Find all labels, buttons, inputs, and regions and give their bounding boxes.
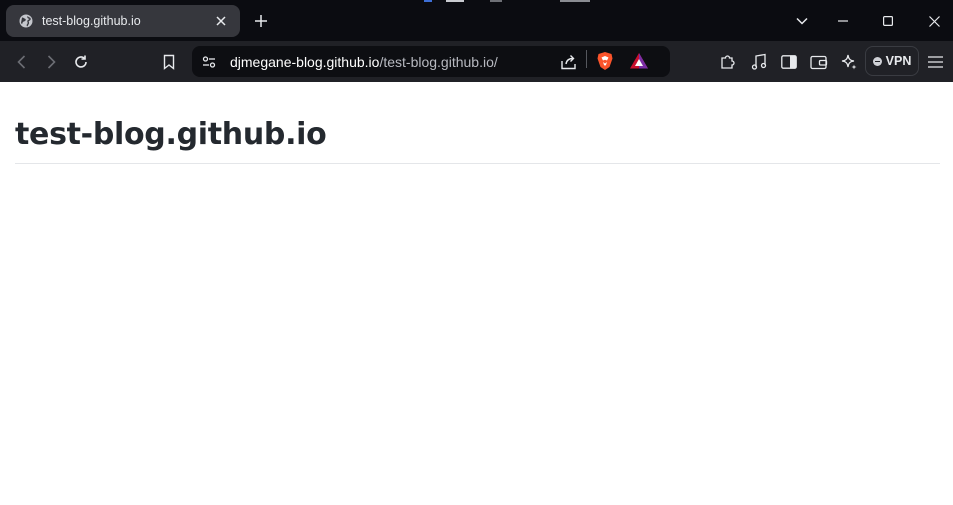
- media-music-note-icon[interactable]: [749, 52, 769, 72]
- page-title: test-blog.github.io: [15, 117, 327, 152]
- maximize-icon[interactable]: [879, 12, 897, 30]
- main-menu-hamburger-icon[interactable]: [925, 52, 945, 72]
- edge-artifact: [446, 0, 464, 2]
- bookmark-icon[interactable]: [159, 52, 179, 72]
- tab-title: test-blog.github.io: [42, 14, 141, 28]
- sidebar-toggle-icon[interactable]: [779, 52, 799, 72]
- brave-shields-icon[interactable]: [595, 51, 615, 71]
- vpn-button[interactable]: VPN: [865, 46, 919, 76]
- edge-artifact: [560, 0, 590, 2]
- extensions-puzzle-icon[interactable]: [718, 52, 738, 72]
- tab-strip: test-blog.github.io: [0, 0, 953, 41]
- share-icon[interactable]: [560, 53, 578, 71]
- edge-artifact: [490, 0, 502, 2]
- site-settings-icon[interactable]: [200, 53, 218, 71]
- title-divider: [15, 163, 940, 164]
- back-arrow-icon[interactable]: [11, 52, 31, 72]
- minimize-icon[interactable]: [834, 12, 852, 30]
- reload-icon[interactable]: [71, 52, 91, 72]
- url-host: djmegane-blog.github.io: [230, 54, 380, 70]
- tab-search-chevron-down-icon[interactable]: [793, 12, 811, 30]
- close-tab-icon[interactable]: [212, 12, 230, 30]
- wallet-icon[interactable]: [809, 52, 829, 72]
- globe-icon: [18, 13, 34, 29]
- leo-ai-sparkle-icon[interactable]: [839, 52, 859, 72]
- close-window-icon[interactable]: [925, 12, 943, 30]
- vpn-status-icon: [872, 56, 882, 66]
- omnibox-separator: [586, 50, 587, 68]
- url-path: /test-blog.github.io/: [379, 54, 498, 70]
- url-text[interactable]: djmegane-blog.github.io/test-blog.github…: [230, 54, 498, 70]
- rewards-triangle-icon[interactable]: [629, 51, 649, 71]
- vpn-label: VPN: [885, 54, 912, 68]
- browser-toolbar: djmegane-blog.github.io/test-blog.github…: [0, 41, 953, 82]
- forward-arrow-icon[interactable]: [41, 52, 61, 72]
- edge-artifact: [424, 0, 432, 2]
- active-tab[interactable]: test-blog.github.io: [6, 5, 240, 37]
- new-tab-plus-icon[interactable]: [252, 12, 270, 30]
